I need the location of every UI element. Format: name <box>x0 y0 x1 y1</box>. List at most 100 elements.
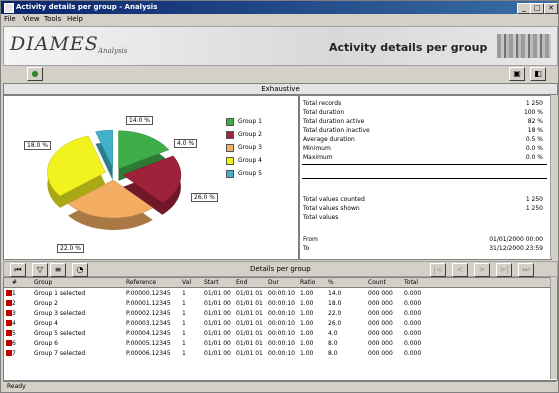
details-table: # Group Reference Val Start End Dur Ratio% Count… <box>3 277 558 381</box>
info-label: Total duration <box>303 109 345 116</box>
menu-tools[interactable]: Tools <box>44 15 61 23</box>
table-cell: 3 <box>12 310 16 317</box>
column-header[interactable]: Count <box>368 279 386 286</box>
main-toolbar: ● ▣ ◧ <box>3 67 556 81</box>
info-row: Minimum 0.0 % <box>303 145 543 153</box>
nav-end-icon[interactable]: ⏭ <box>518 263 534 277</box>
legend-label: Group 5 <box>238 170 262 177</box>
column-header[interactable]: # <box>12 279 17 286</box>
column-header[interactable]: Ratio <box>300 279 315 286</box>
sort-icon[interactable]: ≡ <box>50 263 66 277</box>
table-cell: 01/01 00 <box>204 320 231 327</box>
nav-prev-icon[interactable]: < <box>452 263 468 277</box>
table-cell: 1.00 <box>300 340 314 347</box>
table-row[interactable]: 4 Group 4 P.00003.12345 1 01/01 00 01/01 01 00… <box>4 319 549 328</box>
column-header[interactable]: % <box>328 279 334 286</box>
table-cell: 0.000 <box>404 340 422 347</box>
table-cell: 0.000 <box>404 290 422 297</box>
table-cell: 000 000 <box>368 350 393 357</box>
table-cell: 8.0 <box>328 350 338 357</box>
table-cell: 2 <box>12 300 16 307</box>
table-cell: 1.00 <box>300 300 314 307</box>
table-row[interactable]: 1 Group 1 selected P.00000.12345 1 01/01 00 0… <box>4 289 549 298</box>
minimize-button[interactable]: _ <box>517 3 531 14</box>
table-cell: 1 <box>182 330 186 337</box>
column-header[interactable]: Total <box>404 279 418 286</box>
table-row[interactable]: 3 Group 3 selected P.00002.12345 1 01/01 00 0… <box>4 309 549 318</box>
section-header: Exhaustive <box>3 83 558 95</box>
column-header[interactable]: Val <box>182 279 191 286</box>
app-header: DIAMES Analysis Activity details per gro… <box>3 26 558 66</box>
table-cell: 000 000 <box>368 310 393 317</box>
table-cell: 01/01 01 <box>236 320 263 327</box>
info-label: Total duration active <box>303 118 365 125</box>
table-cell: P.00002.12345 <box>126 310 171 317</box>
grid-title: Details per group <box>250 265 311 273</box>
info-label: Average duration <box>303 136 355 143</box>
table-row[interactable]: 2 Group 2 P.00001.12345 1 01/01 00 01/01 01 00… <box>4 299 549 308</box>
chart-icon[interactable]: ◔ <box>72 263 88 277</box>
table-cell: P.00003.12345 <box>126 320 171 327</box>
table-cell: 4.0 <box>328 330 338 337</box>
print-icon[interactable]: ▣ <box>509 67 525 81</box>
refresh-icon[interactable]: ● <box>27 67 43 81</box>
info-label: To <box>303 245 310 252</box>
filter-icon[interactable]: ▽ <box>32 263 48 277</box>
close-button[interactable]: ✕ <box>544 3 558 14</box>
table-cell: 0.000 <box>404 320 422 327</box>
column-header[interactable]: Dur <box>268 279 279 286</box>
table-cell: 8.0 <box>328 340 338 347</box>
status-bar: Ready <box>3 381 556 392</box>
chart-panel: Group 1 Group 2 Group 3 Group 4 Group 5 … <box>3 95 299 260</box>
info-value: 1 250 <box>525 100 543 107</box>
export-icon[interactable]: ◧ <box>530 67 546 81</box>
table-cell: 01/01 00 <box>204 290 231 297</box>
table-cell: 1 <box>12 290 16 297</box>
table-cell: 00:00:10 <box>268 350 295 357</box>
table-row[interactable]: 7 Group 7 selected P.00006.12345 1 01/01 00 0… <box>4 349 549 358</box>
info-label: Maximum <box>303 154 333 161</box>
info-label: Total values <box>303 214 339 221</box>
table-cell: 01/01 00 <box>204 300 231 307</box>
nav-next-icon[interactable]: > <box>474 263 490 277</box>
table-cell: P.00004.12345 <box>126 330 171 337</box>
table-cell: 01/01 00 <box>204 330 231 337</box>
column-header[interactable]: Start <box>204 279 219 286</box>
table-scrollbar[interactable] <box>550 277 557 379</box>
menu-view[interactable]: View <box>23 15 40 23</box>
table-cell: 00:00:10 <box>268 290 295 297</box>
info-value: 0.0 % <box>525 145 543 152</box>
table-cell: 01/01 01 <box>236 350 263 357</box>
legend-swatch-4 <box>226 157 234 165</box>
info-label: From <box>303 236 318 243</box>
table-cell: 26.0 <box>328 320 342 327</box>
info-panel: Total records 1 250 Total duration 100 % T… <box>299 95 552 260</box>
first-icon[interactable]: ⏮ <box>10 263 26 277</box>
column-header[interactable]: Reference <box>126 279 156 286</box>
table-cell: 01/01 00 <box>204 350 231 357</box>
menu-help[interactable]: Help <box>67 15 83 23</box>
info-row: To 31/12/2000 23:59 <box>303 245 543 253</box>
table-cell: 18.0 <box>328 300 342 307</box>
column-header[interactable]: Group <box>34 279 52 286</box>
table-cell: 1 <box>182 290 186 297</box>
info-scrollbar[interactable] <box>550 95 557 258</box>
table-row[interactable]: 5 Group 5 selected P.00004.12345 1 01/01 00 0… <box>4 329 549 338</box>
grid-toolbar: ⏮ ▽ ≡ ◔ Details per group |< < > >| ⏭ <box>3 261 558 277</box>
info-value: 1 250 <box>525 205 543 212</box>
legend-label: Group 1 <box>238 118 262 125</box>
table-cell: 0.000 <box>404 350 422 357</box>
callout-label-4: 26.0 % <box>191 193 218 202</box>
menu-file[interactable]: File <box>4 15 16 23</box>
table-cell: P.00005.12345 <box>126 340 171 347</box>
info-row: From 01/01/2000 00:00 <box>303 236 543 244</box>
table-row[interactable]: 6 Group 6 P.00005.12345 1 01/01 00 01/01 01 00… <box>4 339 549 348</box>
table-cell: 01/01 01 <box>236 330 263 337</box>
info-label: Total values shown <box>303 205 360 212</box>
column-header[interactable]: End <box>236 279 247 286</box>
maximize-button[interactable]: □ <box>530 3 544 14</box>
nav-last-icon[interactable]: >| <box>496 263 512 277</box>
table-cell: 000 000 <box>368 320 393 327</box>
nav-first-icon[interactable]: |< <box>430 263 446 277</box>
table-cell: Group 5 selected <box>34 330 86 337</box>
